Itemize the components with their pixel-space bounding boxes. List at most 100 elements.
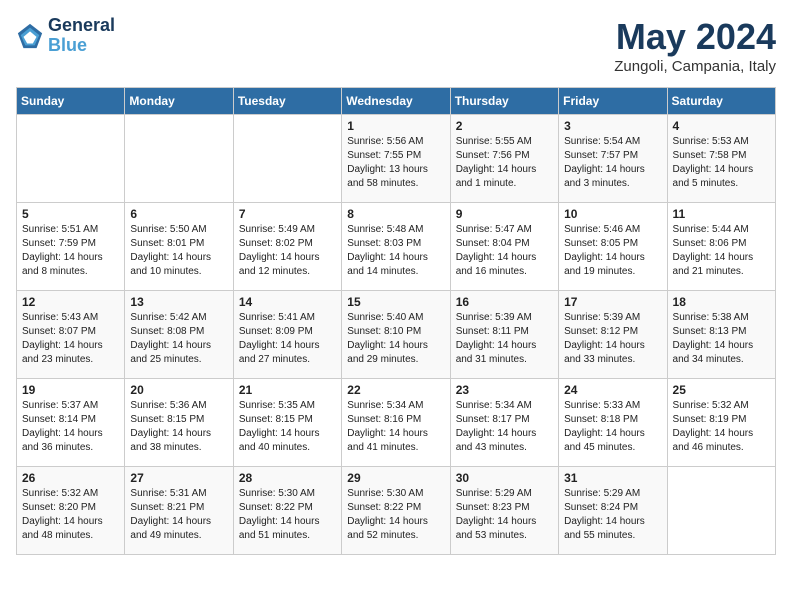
cell-content: Sunset: 7:58 PM	[673, 149, 770, 163]
day-cell: 7Sunrise: 5:49 AMSunset: 8:02 PMDaylight…	[233, 203, 341, 291]
header-row: SundayMondayTuesdayWednesdayThursdayFrid…	[17, 88, 776, 115]
cell-content: Sunrise: 5:29 AM	[456, 487, 553, 501]
day-cell: 15Sunrise: 5:40 AMSunset: 8:10 PMDayligh…	[342, 291, 450, 379]
title-block: May 2024 Zungoli, Campania, Italy	[614, 16, 776, 75]
cell-content: and 5 minutes.	[673, 177, 770, 191]
cell-content: Sunset: 7:56 PM	[456, 149, 553, 163]
col-header-saturday: Saturday	[667, 88, 775, 115]
cell-content: and 21 minutes.	[673, 265, 770, 279]
day-number: 1	[347, 119, 444, 133]
cell-content: Daylight: 14 hours	[673, 427, 770, 441]
day-cell: 19Sunrise: 5:37 AMSunset: 8:14 PMDayligh…	[17, 379, 125, 467]
cell-content: and 25 minutes.	[130, 353, 227, 367]
cell-content: and 40 minutes.	[239, 441, 336, 455]
cell-content: Daylight: 14 hours	[22, 427, 119, 441]
cell-content: Sunset: 8:20 PM	[22, 501, 119, 515]
col-header-monday: Monday	[125, 88, 233, 115]
cell-content: Sunset: 8:15 PM	[130, 413, 227, 427]
day-number: 9	[456, 207, 553, 221]
cell-content: Sunset: 8:23 PM	[456, 501, 553, 515]
cell-content: and 31 minutes.	[456, 353, 553, 367]
col-header-wednesday: Wednesday	[342, 88, 450, 115]
cell-content: Sunset: 8:01 PM	[130, 237, 227, 251]
cell-content: Sunrise: 5:55 AM	[456, 135, 553, 149]
day-number: 22	[347, 383, 444, 397]
day-number: 13	[130, 295, 227, 309]
cell-content: Daylight: 14 hours	[347, 515, 444, 529]
week-row-1: 1Sunrise: 5:56 AMSunset: 7:55 PMDaylight…	[17, 115, 776, 203]
cell-content: Sunset: 8:17 PM	[456, 413, 553, 427]
day-number: 26	[22, 471, 119, 485]
cell-content: Daylight: 14 hours	[130, 251, 227, 265]
cell-content: Daylight: 13 hours	[347, 163, 444, 177]
cell-content: Daylight: 14 hours	[564, 163, 661, 177]
cell-content: Sunset: 8:13 PM	[673, 325, 770, 339]
cell-content: Daylight: 14 hours	[22, 251, 119, 265]
cell-content: and 55 minutes.	[564, 529, 661, 543]
day-number: 10	[564, 207, 661, 221]
day-number: 23	[456, 383, 553, 397]
cell-content: Sunset: 8:09 PM	[239, 325, 336, 339]
cell-content: Sunset: 8:15 PM	[239, 413, 336, 427]
cell-content: and 23 minutes.	[22, 353, 119, 367]
cell-content: Sunset: 8:19 PM	[673, 413, 770, 427]
day-cell: 21 Sunrise: 5:35 AMSunset: 8:15 PMDayligh…	[233, 379, 341, 467]
day-cell: 25Sunrise: 5:32 AMSunset: 8:19 PMDayligh…	[667, 379, 775, 467]
day-number: 7	[239, 207, 336, 221]
day-cell: 22Sunrise: 5:34 AMSunset: 8:16 PMDayligh…	[342, 379, 450, 467]
day-number: 27	[130, 471, 227, 485]
day-number: 2	[456, 119, 553, 133]
cell-content: Sunrise: 5:30 AM	[239, 487, 336, 501]
day-cell	[667, 467, 775, 555]
day-cell: 20Sunrise: 5:36 AMSunset: 8:15 PMDayligh…	[125, 379, 233, 467]
cell-content: Sunrise: 5:46 AM	[564, 223, 661, 237]
cell-content: Daylight: 14 hours	[456, 251, 553, 265]
col-header-tuesday: Tuesday	[233, 88, 341, 115]
cell-content: Daylight: 14 hours	[22, 339, 119, 353]
day-number: 21	[239, 383, 336, 397]
day-number: 15	[347, 295, 444, 309]
day-cell: 6 Sunrise: 5:50 AMSunset: 8:01 PMDaylight…	[125, 203, 233, 291]
cell-content: Sunrise: 5:49 AM	[239, 223, 336, 237]
day-cell: 1Sunrise: 5:56 AMSunset: 7:55 PMDaylight…	[342, 115, 450, 203]
cell-content: and 43 minutes.	[456, 441, 553, 455]
day-number: 24	[564, 383, 661, 397]
cell-content: Sunrise: 5:35 AM	[239, 399, 336, 413]
day-cell	[125, 115, 233, 203]
cell-content: and 36 minutes.	[22, 441, 119, 455]
cell-content: and 53 minutes.	[456, 529, 553, 543]
cell-content: and 38 minutes.	[130, 441, 227, 455]
cell-content: Sunset: 8:12 PM	[564, 325, 661, 339]
day-cell: 24Sunrise: 5:33 AMSunset: 8:18 PMDayligh…	[559, 379, 667, 467]
cell-content: Daylight: 14 hours	[673, 251, 770, 265]
cell-content: Sunset: 8:14 PM	[22, 413, 119, 427]
logo-line2: Blue	[48, 36, 115, 56]
cell-content: Daylight: 14 hours	[239, 427, 336, 441]
page-header: General Blue May 2024 Zungoli, Campania,…	[16, 16, 776, 75]
day-cell: 16Sunrise: 5:39 AMSunset: 8:11 PMDayligh…	[450, 291, 558, 379]
cell-content: and 49 minutes.	[130, 529, 227, 543]
cell-content: Daylight: 14 hours	[564, 427, 661, 441]
week-row-2: 5Sunrise: 5:51 AMSunset: 7:59 PMDaylight…	[17, 203, 776, 291]
cell-content: Sunset: 7:57 PM	[564, 149, 661, 163]
cell-content: Sunrise: 5:50 AM	[130, 223, 227, 237]
cell-content: Sunrise: 5:48 AM	[347, 223, 444, 237]
cell-content: and 52 minutes.	[347, 529, 444, 543]
cell-content: Sunset: 8:21 PM	[130, 501, 227, 515]
day-cell: 27Sunrise: 5:31 AMSunset: 8:21 PMDayligh…	[125, 467, 233, 555]
day-number: 6	[130, 207, 227, 221]
logo: General Blue	[16, 16, 115, 56]
day-cell: 14Sunrise: 5:41 AMSunset: 8:09 PMDayligh…	[233, 291, 341, 379]
cell-content: Daylight: 14 hours	[564, 339, 661, 353]
day-cell	[233, 115, 341, 203]
cell-content: Daylight: 14 hours	[673, 339, 770, 353]
cell-content: and 45 minutes.	[564, 441, 661, 455]
day-cell: 31Sunrise: 5:29 AMSunset: 8:24 PMDayligh…	[559, 467, 667, 555]
cell-content: Sunset: 8:22 PM	[239, 501, 336, 515]
day-cell: 18Sunrise: 5:38 AMSunset: 8:13 PMDayligh…	[667, 291, 775, 379]
cell-content: and 14 minutes.	[347, 265, 444, 279]
cell-content: Sunrise: 5:34 AM	[347, 399, 444, 413]
day-cell: 8Sunrise: 5:48 AMSunset: 8:03 PMDaylight…	[342, 203, 450, 291]
logo-text: General Blue	[48, 16, 115, 56]
cell-content: Sunset: 8:16 PM	[347, 413, 444, 427]
